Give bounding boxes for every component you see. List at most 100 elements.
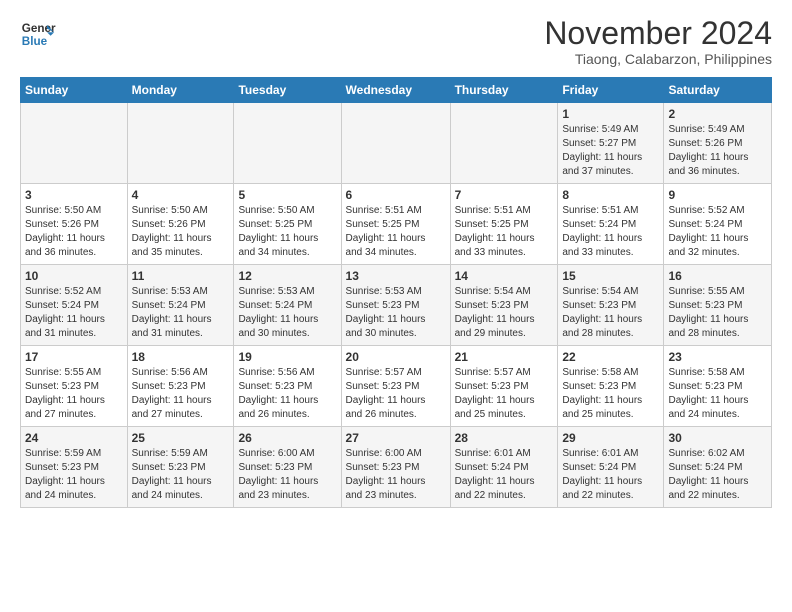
calendar-cell: 19 Sunrise: 5:56 AM Sunset: 5:23 PM Dayli… xyxy=(234,346,341,427)
day-number: 11 xyxy=(132,269,230,283)
day-info: Sunrise: 5:51 AM Sunset: 5:25 PM Dayligh… xyxy=(455,204,554,260)
calendar-table: SundayMondayTuesdayWednesdayThursdayFrid… xyxy=(20,77,772,508)
month-title: November 2024 xyxy=(544,16,772,51)
svg-text:Blue: Blue xyxy=(22,35,48,48)
day-number: 28 xyxy=(455,431,554,445)
day-info: Sunrise: 5:55 AM Sunset: 5:23 PM Dayligh… xyxy=(25,366,123,422)
header: General Blue November 2024 Tiaong, Calab… xyxy=(20,16,772,67)
calendar-cell: 25 Sunrise: 5:59 AM Sunset: 5:23 PM Dayli… xyxy=(127,427,234,508)
location-title: Tiaong, Calabarzon, Philippines xyxy=(544,51,772,67)
title-area: November 2024 Tiaong, Calabarzon, Philip… xyxy=(544,16,772,67)
calendar-cell: 21 Sunrise: 5:57 AM Sunset: 5:23 PM Dayli… xyxy=(450,346,558,427)
day-info: Sunrise: 5:54 AM Sunset: 5:23 PM Dayligh… xyxy=(562,285,659,341)
calendar-cell: 12Sunrise: 5:53 AM Sunset: 5:24 PM Dayli… xyxy=(234,265,341,346)
page: General Blue November 2024 Tiaong, Calab… xyxy=(0,0,792,524)
day-number: 19 xyxy=(238,350,336,364)
calendar-week-4: 17 Sunrise: 5:55 AM Sunset: 5:23 PM Dayli… xyxy=(21,346,772,427)
calendar-cell: 27 Sunrise: 6:00 AM Sunset: 5:23 PM Dayli… xyxy=(341,427,450,508)
day-number: 24 xyxy=(25,431,123,445)
day-number: 15 xyxy=(562,269,659,283)
day-info: Sunrise: 5:50 AM Sunset: 5:26 PM Dayligh… xyxy=(25,204,123,260)
day-info: Sunrise: 5:51 AM Sunset: 5:24 PM Dayligh… xyxy=(562,204,659,260)
day-info: Sunrise: 5:50 AM Sunset: 5:25 PM Dayligh… xyxy=(238,204,336,260)
day-number: 5 xyxy=(238,188,336,202)
day-number: 6 xyxy=(346,188,446,202)
day-number: 4 xyxy=(132,188,230,202)
calendar-cell: 3 Sunrise: 5:50 AM Sunset: 5:26 PM Daylig… xyxy=(21,184,128,265)
day-number: 10 xyxy=(25,269,123,283)
day-info: Sunrise: 5:53 AM Sunset: 5:24 PM Dayligh… xyxy=(132,285,230,341)
day-number: 1 xyxy=(562,107,659,121)
day-number: 17 xyxy=(25,350,123,364)
day-number: 20 xyxy=(346,350,446,364)
day-number: 12 xyxy=(238,269,336,283)
day-info: Sunrise: 6:00 AM Sunset: 5:23 PM Dayligh… xyxy=(238,447,336,503)
calendar-cell xyxy=(127,103,234,184)
calendar-cell: 22 Sunrise: 5:58 AM Sunset: 5:23 PM Dayli… xyxy=(558,346,664,427)
day-number: 23 xyxy=(668,350,767,364)
calendar-cell: 30Sunrise: 6:02 AM Sunset: 5:24 PM Dayli… xyxy=(664,427,772,508)
day-number: 27 xyxy=(346,431,446,445)
day-info: Sunrise: 5:53 AM Sunset: 5:23 PM Dayligh… xyxy=(346,285,446,341)
calendar-cell: 14Sunrise: 5:54 AM Sunset: 5:23 PM Dayli… xyxy=(450,265,558,346)
calendar-week-5: 24 Sunrise: 5:59 AM Sunset: 5:23 PM Dayli… xyxy=(21,427,772,508)
calendar-body: 1 Sunrise: 5:49 AM Sunset: 5:27 PM Daylig… xyxy=(21,103,772,508)
day-info: Sunrise: 5:56 AM Sunset: 5:23 PM Dayligh… xyxy=(238,366,336,422)
day-info: Sunrise: 5:56 AM Sunset: 5:23 PM Dayligh… xyxy=(132,366,230,422)
calendar-cell: 5 Sunrise: 5:50 AM Sunset: 5:25 PM Daylig… xyxy=(234,184,341,265)
day-info: Sunrise: 5:52 AM Sunset: 5:24 PM Dayligh… xyxy=(668,204,767,260)
calendar-cell: 4 Sunrise: 5:50 AM Sunset: 5:26 PM Daylig… xyxy=(127,184,234,265)
day-number: 26 xyxy=(238,431,336,445)
day-info: Sunrise: 5:55 AM Sunset: 5:23 PM Dayligh… xyxy=(668,285,767,341)
day-info: Sunrise: 5:49 AM Sunset: 5:26 PM Dayligh… xyxy=(668,123,767,179)
calendar-week-3: 10 Sunrise: 5:52 AM Sunset: 5:24 PM Dayli… xyxy=(21,265,772,346)
calendar-cell: 7 Sunrise: 5:51 AM Sunset: 5:25 PM Daylig… xyxy=(450,184,558,265)
calendar-cell: 16 Sunrise: 5:55 AM Sunset: 5:23 PM Dayli… xyxy=(664,265,772,346)
day-info: Sunrise: 5:59 AM Sunset: 5:23 PM Dayligh… xyxy=(25,447,123,503)
weekday-header-friday: Friday xyxy=(558,78,664,103)
calendar-cell xyxy=(341,103,450,184)
calendar-cell: 6 Sunrise: 5:51 AM Sunset: 5:25 PM Daylig… xyxy=(341,184,450,265)
calendar-cell: 18 Sunrise: 5:56 AM Sunset: 5:23 PM Dayli… xyxy=(127,346,234,427)
day-number: 29 xyxy=(562,431,659,445)
day-info: Sunrise: 6:01 AM Sunset: 5:24 PM Dayligh… xyxy=(562,447,659,503)
day-number: 9 xyxy=(668,188,767,202)
calendar-cell xyxy=(450,103,558,184)
weekday-header-tuesday: Tuesday xyxy=(234,78,341,103)
day-info: Sunrise: 6:01 AM Sunset: 5:24 PM Dayligh… xyxy=(455,447,554,503)
calendar-cell: 2Sunrise: 5:49 AM Sunset: 5:26 PM Daylig… xyxy=(664,103,772,184)
calendar-cell: 29 Sunrise: 6:01 AM Sunset: 5:24 PM Dayli… xyxy=(558,427,664,508)
day-number: 25 xyxy=(132,431,230,445)
day-info: Sunrise: 5:59 AM Sunset: 5:23 PM Dayligh… xyxy=(132,447,230,503)
calendar-cell: 8Sunrise: 5:51 AM Sunset: 5:24 PM Daylig… xyxy=(558,184,664,265)
day-info: Sunrise: 6:00 AM Sunset: 5:23 PM Dayligh… xyxy=(346,447,446,503)
calendar-cell: 28 Sunrise: 6:01 AM Sunset: 5:24 PM Dayli… xyxy=(450,427,558,508)
day-info: Sunrise: 5:51 AM Sunset: 5:25 PM Dayligh… xyxy=(346,204,446,260)
calendar-cell xyxy=(234,103,341,184)
day-info: Sunrise: 5:50 AM Sunset: 5:26 PM Dayligh… xyxy=(132,204,230,260)
calendar-cell xyxy=(21,103,128,184)
day-number: 14 xyxy=(455,269,554,283)
calendar-cell: 10 Sunrise: 5:52 AM Sunset: 5:24 PM Dayli… xyxy=(21,265,128,346)
day-info: Sunrise: 6:02 AM Sunset: 5:24 PM Dayligh… xyxy=(668,447,767,503)
calendar-week-2: 3 Sunrise: 5:50 AM Sunset: 5:26 PM Daylig… xyxy=(21,184,772,265)
logo: General Blue xyxy=(20,16,56,52)
weekday-header-thursday: Thursday xyxy=(450,78,558,103)
calendar-cell: 15 Sunrise: 5:54 AM Sunset: 5:23 PM Dayli… xyxy=(558,265,664,346)
day-number: 21 xyxy=(455,350,554,364)
day-number: 22 xyxy=(562,350,659,364)
day-info: Sunrise: 5:58 AM Sunset: 5:23 PM Dayligh… xyxy=(562,366,659,422)
calendar-cell: 20Sunrise: 5:57 AM Sunset: 5:23 PM Dayli… xyxy=(341,346,450,427)
day-number: 3 xyxy=(25,188,123,202)
day-number: 16 xyxy=(668,269,767,283)
calendar-cell: 17 Sunrise: 5:55 AM Sunset: 5:23 PM Dayli… xyxy=(21,346,128,427)
day-number: 18 xyxy=(132,350,230,364)
day-info: Sunrise: 5:49 AM Sunset: 5:27 PM Dayligh… xyxy=(562,123,659,179)
day-info: Sunrise: 5:52 AM Sunset: 5:24 PM Dayligh… xyxy=(25,285,123,341)
calendar-cell: 13Sunrise: 5:53 AM Sunset: 5:23 PM Dayli… xyxy=(341,265,450,346)
calendar-cell: 9 Sunrise: 5:52 AM Sunset: 5:24 PM Daylig… xyxy=(664,184,772,265)
weekday-header-wednesday: Wednesday xyxy=(341,78,450,103)
day-info: Sunrise: 5:57 AM Sunset: 5:23 PM Dayligh… xyxy=(455,366,554,422)
day-number: 7 xyxy=(455,188,554,202)
calendar-cell: 23Sunrise: 5:58 AM Sunset: 5:23 PM Dayli… xyxy=(664,346,772,427)
